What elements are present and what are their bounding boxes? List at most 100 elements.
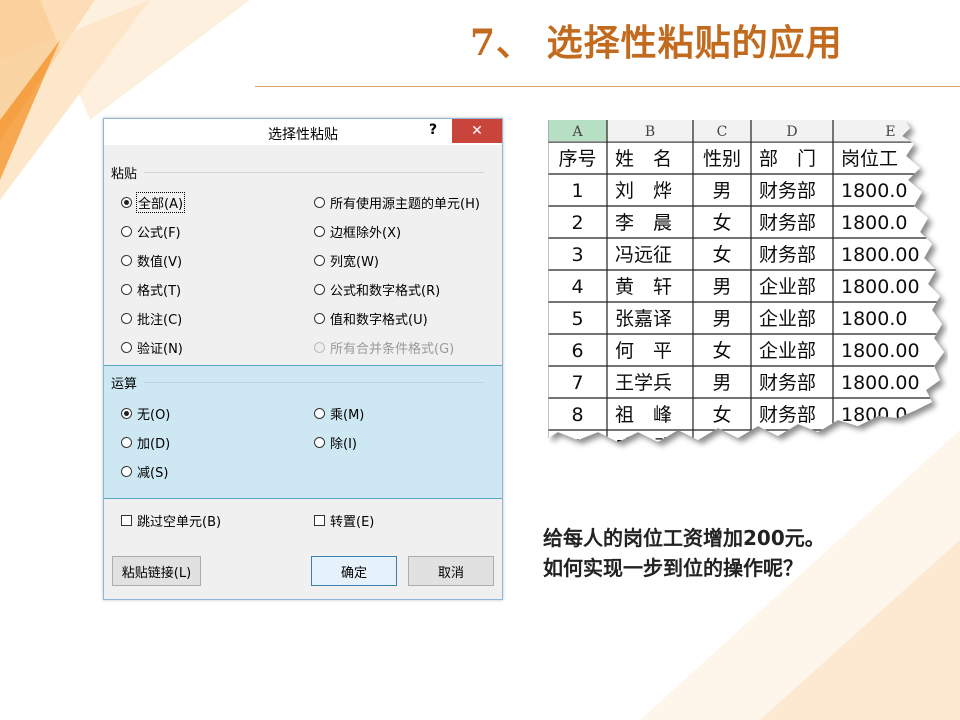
data-cell: 1800.0: [841, 404, 907, 426]
data-cell: 9: [571, 436, 583, 458]
paste-source-theme-label: 所有使用源主题的单元(H): [330, 197, 480, 212]
cancel-button[interactable]: 取消: [408, 556, 494, 586]
data-cell: 财务部: [759, 436, 816, 458]
radio-icon: [314, 255, 325, 266]
data-cell: 祖 峰: [615, 404, 672, 426]
data-cell: 女: [712, 436, 731, 458]
radio-icon: [314, 437, 325, 448]
data-cell: 男: [712, 308, 731, 330]
radio-icon: [121, 466, 132, 477]
header-cell: 部 门: [759, 148, 816, 170]
data-cell: 1800.00: [841, 244, 920, 266]
data-cell: 何 平: [615, 340, 672, 362]
spreadsheet-snippet: A B C D E序号姓 名性别部 门岗位工1 刘 烨男财务部 1800.02 李 晨女财务部…: [548, 120, 944, 458]
operation-none-label: 无(O): [137, 408, 171, 423]
title-underline: [255, 86, 960, 87]
skip-blanks-label: 跳过空单元(B): [137, 515, 222, 530]
paste-all-radio[interactable]: 全部(A): [121, 192, 186, 213]
data-cell: 3: [571, 244, 583, 266]
question-text: 给每人的岗位工资增加200元。 如何实现一步到位的操作呢？: [543, 523, 825, 583]
data-cell: 1800.00: [841, 436, 920, 458]
paste-group-label: 粘贴: [111, 167, 138, 182]
data-cell: 男: [712, 180, 731, 202]
paste-values-numbers-radio[interactable]: 值和数字格式(U): [314, 309, 428, 328]
paste-merge-conditional-label: 所有合并条件格式(G): [330, 342, 455, 357]
operation-add-radio[interactable]: 加(D): [121, 433, 170, 452]
data-cell: 1: [571, 180, 583, 202]
radio-selected-icon: [121, 197, 132, 208]
radio-icon: [121, 342, 132, 353]
operation-subtract-radio[interactable]: 减(S): [121, 462, 168, 481]
data-cell: 4: [571, 276, 583, 298]
data-cell: 1800.0: [841, 308, 907, 330]
radio-icon: [314, 226, 325, 237]
paste-comments-radio[interactable]: 批注(C): [121, 309, 182, 328]
operation-group-label: 运算: [111, 377, 138, 392]
data-cell: 女: [712, 340, 731, 362]
radio-icon: [121, 255, 132, 266]
column-letter: A: [571, 124, 583, 140]
column-letter: C: [717, 124, 728, 140]
column-letter: B: [645, 124, 655, 140]
paste-formulas-numbers-radio[interactable]: 公式和数字格式(R): [314, 280, 440, 299]
column-letter: E: [885, 124, 895, 140]
paste-source-theme-radio[interactable]: 所有使用源主题的单元(H): [314, 193, 480, 212]
data-cell: 7: [571, 372, 583, 394]
operation-multiply-radio[interactable]: 乘(M): [314, 404, 364, 423]
radio-selected-icon: [121, 408, 132, 419]
data-cell: 1800.00: [841, 276, 920, 298]
paste-column-widths-radio[interactable]: 列宽(W): [314, 251, 379, 270]
data-cell: 男: [712, 276, 731, 298]
dialog-title: 选择性粘贴: [268, 127, 338, 143]
close-button[interactable]: ✕: [452, 119, 502, 143]
paste-column-widths-label: 列宽(W): [330, 255, 379, 270]
data-cell: 王学兵: [615, 372, 672, 394]
data-cell: 财务部: [759, 212, 816, 234]
column-letter: D: [786, 124, 797, 140]
radio-icon: [314, 197, 325, 208]
operation-divide-label: 除(I): [330, 437, 357, 452]
paste-comments-label: 批注(C): [137, 313, 183, 328]
transpose-checkbox[interactable]: 转置(E): [314, 511, 374, 530]
operation-divide-radio[interactable]: 除(I): [314, 433, 357, 452]
transpose-label: 转置(E): [330, 515, 375, 530]
paste-merge-conditional-radio: 所有合并条件格式(G): [314, 338, 454, 357]
paste-formulas-numbers-label: 公式和数字格式(R): [330, 284, 441, 299]
paste-all-label: 全部(A): [135, 192, 186, 213]
operation-none-radio[interactable]: 无(O): [121, 404, 170, 423]
data-cell: 1800.0: [841, 212, 907, 234]
skip-blanks-checkbox[interactable]: 跳过空单元(B): [121, 511, 221, 530]
slide-title: 7、 选择性粘贴的应用: [470, 22, 843, 64]
data-cell: 财务部: [759, 372, 816, 394]
data-cell: 5: [571, 308, 583, 330]
paste-values-radio[interactable]: 数值(V): [121, 251, 182, 270]
data-cell: 李 晨: [615, 212, 672, 234]
radio-icon: [121, 284, 132, 295]
paste-link-button[interactable]: 粘贴链接(L): [112, 556, 201, 586]
operation-multiply-label: 乘(M): [330, 408, 365, 423]
data-cell: 冯远征: [615, 244, 672, 266]
paste-formulas-label: 公式(F): [137, 226, 181, 241]
paste-special-dialog: 选择性粘贴 ? ✕ 粘贴 全部(A) 公式(F) 数值(V) 格式(T) 批注(…: [103, 118, 503, 600]
header-cell: 岗位工: [841, 148, 898, 170]
data-cell: 1800.0: [841, 180, 907, 202]
radio-icon: [121, 313, 132, 324]
help-button[interactable]: ?: [429, 122, 437, 138]
checkbox-icon: [121, 515, 132, 526]
data-cell: 戚玉武: [615, 436, 672, 458]
operation-group: 运算 无(O) 乘(M) 加(D) 除(I) 减(S): [104, 365, 502, 499]
ok-button[interactable]: 确定: [311, 556, 397, 586]
data-cell: 财务部: [759, 180, 816, 202]
radio-icon: [314, 408, 325, 419]
header-cell: 姓 名: [615, 148, 672, 170]
paste-values-numbers-label: 值和数字格式(U): [330, 313, 428, 328]
data-cell: 1800.00: [841, 340, 920, 362]
paste-except-borders-radio[interactable]: 边框除外(X): [314, 222, 401, 241]
paste-formulas-radio[interactable]: 公式(F): [121, 222, 181, 241]
paste-validation-radio[interactable]: 验证(N): [121, 338, 183, 357]
data-cell: 企业部: [759, 308, 816, 330]
paste-formats-radio[interactable]: 格式(T): [121, 280, 181, 299]
checkbox-icon: [314, 515, 325, 526]
data-cell: 8: [571, 404, 583, 426]
paste-except-borders-label: 边框除外(X): [330, 226, 402, 241]
